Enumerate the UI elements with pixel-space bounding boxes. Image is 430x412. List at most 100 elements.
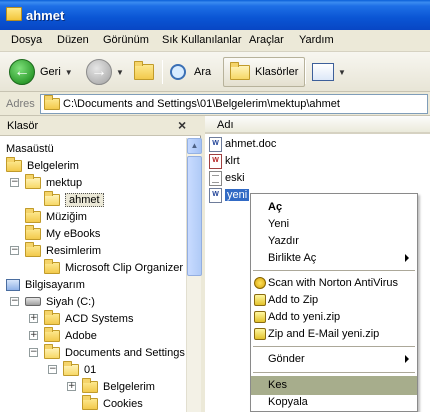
file-item-eski[interactable]: eski [209,170,245,186]
menu-dosya[interactable]: Dosya [11,34,42,46]
collapse-icon[interactable]: − [10,246,19,255]
tree-item-label: Belgelerim [103,380,155,393]
close-icon[interactable]: × [178,117,186,133]
tree-item-label: Müziğim [46,210,87,223]
menu-item-label: Add to yeni.zip [268,311,341,323]
expand-icon[interactable]: + [29,314,38,323]
context-menu: Aç Yeni Yazdır Birlikte Aç Scan with Nor… [250,193,418,412]
forward-button[interactable]: → ▼ [86,56,124,88]
menu-item-birlikte-ac[interactable]: Birlikte Aç [251,249,417,268]
menu-duzen[interactable]: Düzen [57,34,89,46]
collapse-icon[interactable]: − [48,365,57,374]
tree-item-bilgisayarim[interactable]: Bilgisayarım [6,276,85,293]
tree-item-resimlerim[interactable]: Resimlerim [25,241,101,259]
menu-separator [253,346,415,347]
tree-item-siyah-c[interactable]: Siyah (C:) [25,293,95,310]
scroll-up-icon[interactable]: ▲ [187,138,202,154]
expand-icon[interactable]: + [67,382,76,391]
menu-item-label: Kes [268,379,287,391]
folder-tree: Masaüstü Belgelerim − mektup ahmet Müziğ… [0,138,186,412]
menu-item-label: Zip and E-Mail yeni.zip [268,328,380,340]
toolbar: ← Geri ▼ → ▼ Ara Klasörler ▼ [0,52,430,92]
collapse-icon[interactable]: − [29,348,38,357]
tree-item-masaustu[interactable]: Masaüstü [6,140,54,157]
tree-item-label: Bilgisayarım [25,278,85,291]
menu-item-label: Gönder [268,353,305,365]
file-item-ahmet-doc[interactable]: W ahmet.doc [209,136,276,152]
back-button[interactable]: ← Geri ▼ [9,56,73,88]
tree-item-label: Belgelerim [27,159,79,172]
tree-item-label: Cookies [103,397,143,410]
folder-icon [44,190,60,206]
column-header-label: Adı [217,119,234,131]
menu-yardim[interactable]: Yardım [299,34,334,46]
folder-icon [63,360,79,376]
menu-separator [253,372,415,373]
menu-item-zip-and-email[interactable]: Zip and E-Mail yeni.zip [251,325,417,344]
menu-item-label: Add to Zip [268,294,319,306]
scrollbar-thumb[interactable] [187,156,202,276]
music-folder-icon [25,207,41,223]
back-arrow-icon: ← [9,59,35,85]
tree-item-adobe[interactable]: Adobe [44,326,97,344]
address-field[interactable]: C:\Documents and Settings\01\Belgelerim\… [40,94,428,114]
folder-icon [44,343,60,359]
expand-icon[interactable]: + [29,331,38,340]
folder-icon [6,156,22,172]
submenu-arrow-icon [405,355,409,363]
column-header-name[interactable]: Adı [205,116,430,134]
norton-icon [254,277,266,289]
tree-item-documents-and-settings[interactable]: Documents and Settings [44,343,185,361]
tree-item-belgelerim-sub[interactable]: Belgelerim [82,377,155,395]
text-file-icon [209,170,222,186]
menu-gorunum[interactable]: Görünüm [103,34,149,46]
chevron-down-icon[interactable]: ▼ [116,68,124,77]
tree-item-mektup[interactable]: mektup [25,173,82,191]
collapse-icon[interactable]: − [10,178,19,187]
tree-item-label: Siyah (C:) [46,295,95,308]
tree-item-belgelerim[interactable]: Belgelerim [6,156,79,174]
menu-item-kopyala[interactable]: Kopyala [251,393,417,412]
folders-button[interactable]: Klasörler [223,57,306,87]
tree-item-acd-systems[interactable]: ACD Systems [44,309,134,327]
views-button[interactable]: ▼ [312,56,346,88]
window-title: ahmet [26,8,65,23]
tree-item-01[interactable]: 01 [63,360,97,378]
up-folder-icon [134,61,154,80]
menu-separator [253,270,415,271]
tree-item-label: Resimlerim [46,244,101,257]
search-button[interactable]: Ara [170,56,211,88]
menu-araclar[interactable]: Araçlar [249,34,284,46]
file-item-yeni[interactable]: W yeni [209,187,250,203]
tree-item-ahmet[interactable]: ahmet [44,190,104,208]
folders-icon [230,61,250,80]
tree-item-muzigim[interactable]: Müziğim [25,207,87,225]
title-bar: ahmet [0,0,430,30]
up-folder-button[interactable] [134,56,154,88]
tree-item-my-ebooks[interactable]: My eBooks [25,224,101,242]
folder-icon [82,377,98,393]
address-label: Adres [6,98,35,110]
collapse-icon[interactable]: − [10,297,19,306]
file-item-klrt[interactable]: W klrt [209,153,240,169]
menu-bar: Dosya Düzen Görünüm Sık Kullanılanlar Ar… [0,30,430,52]
search-label: Ara [194,66,212,78]
address-bar: Adres C:\Documents and Settings\01\Belge… [0,92,430,116]
menu-item-gonder[interactable]: Gönder [251,350,417,369]
chevron-down-icon[interactable]: ▼ [65,68,73,77]
vertical-scrollbar[interactable]: ▲ [186,138,202,412]
tree-item-label: ACD Systems [65,312,134,325]
folders-label: Klasörler [255,66,299,78]
tree-item-cookies[interactable]: Cookies [82,394,143,412]
menu-item-label: Yazdır [268,235,299,247]
menu-item-label: Aç [268,201,283,213]
menu-sik-kullanilanlar[interactable]: Sık Kullanılanlar [162,34,242,46]
tree-item-label: 01 [84,363,97,376]
folder-icon [82,394,98,410]
folder-icon [44,309,60,325]
folder-pane-header: Klasör × [0,116,201,136]
tree-item-label: My eBooks [46,227,101,240]
back-label: Geri [40,66,61,78]
chevron-down-icon[interactable]: ▼ [338,68,346,77]
tree-item-microsoft-clip-organizer[interactable]: Microsoft Clip Organizer [44,258,183,276]
